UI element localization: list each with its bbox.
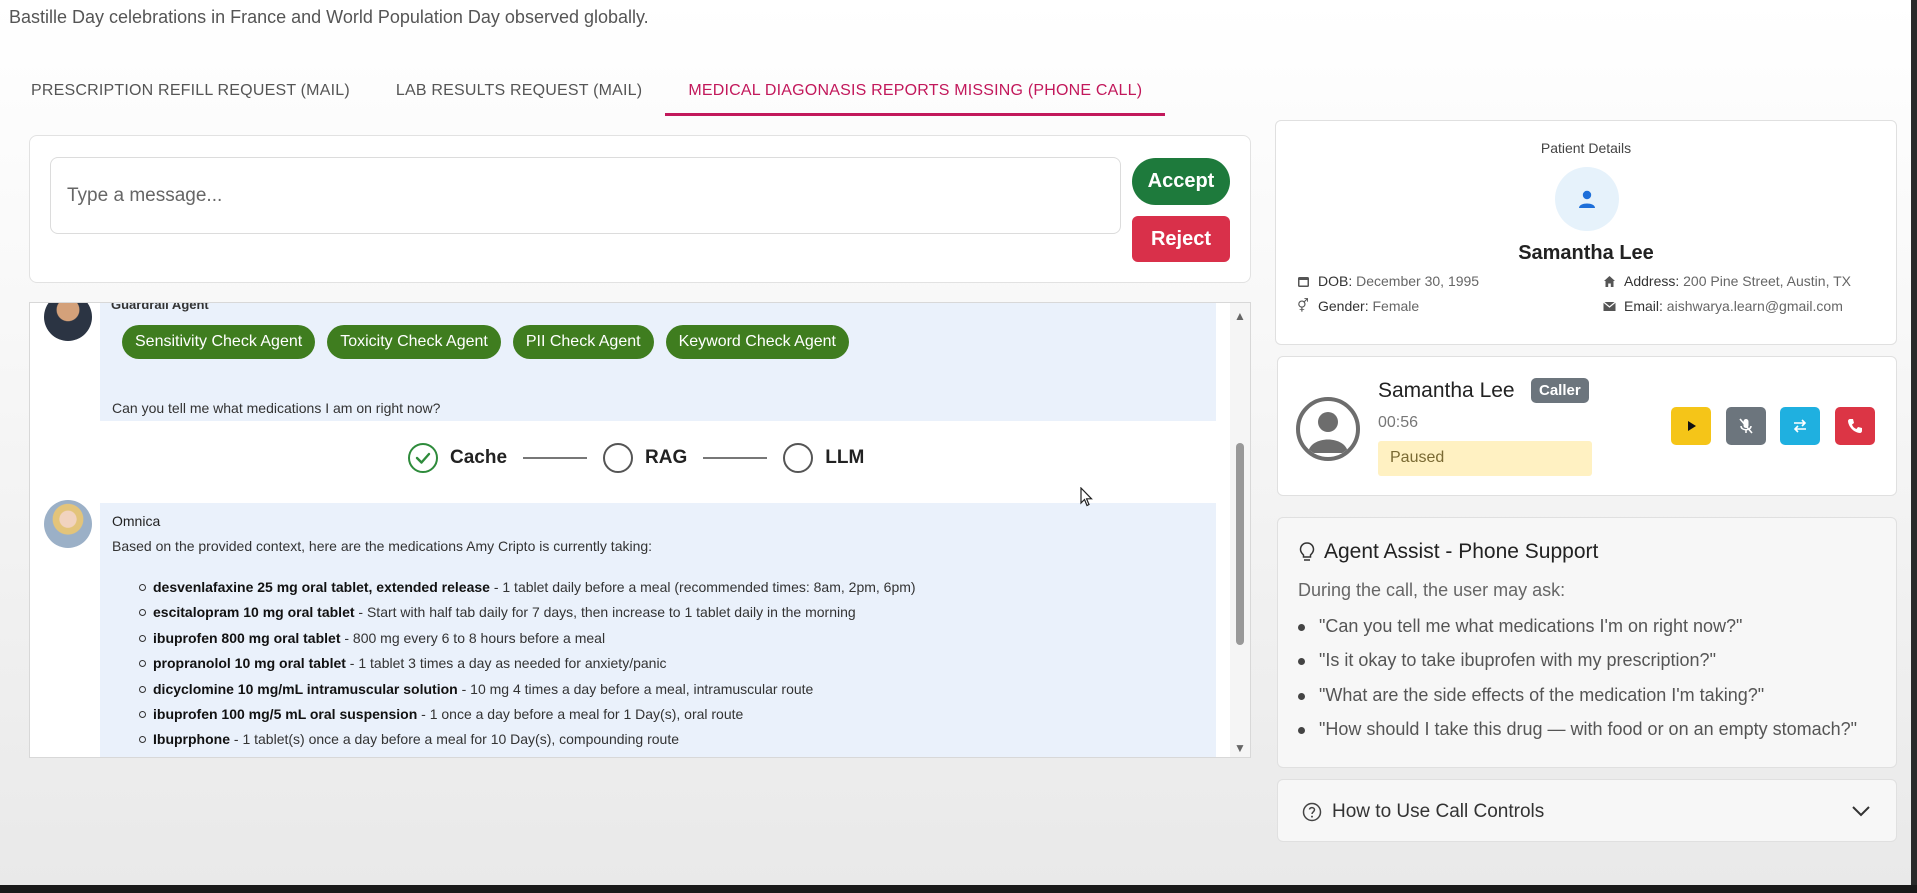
agent-assist-title: Agent Assist - Phone Support <box>1298 540 1598 564</box>
mute-button[interactable] <box>1726 407 1766 445</box>
step-llm: LLM <box>825 447 865 468</box>
medication-list: desvenlafaxine 25 mg oral tablet, extend… <box>112 579 916 757</box>
cache-check-icon <box>408 443 438 473</box>
chat-scrollbar[interactable]: ▲ ▼ <box>1230 303 1250 757</box>
message-input[interactable] <box>50 157 1121 234</box>
patient-name: Samantha Lee <box>1518 242 1654 264</box>
guardrail-message: Guardrail Agent Sensitivity Check Agent … <box>100 303 1216 421</box>
call-status: Paused <box>1378 441 1592 476</box>
scroll-down-icon[interactable]: ▼ <box>1234 741 1246 755</box>
response-intro: Based on the provided context, here are … <box>112 538 653 554</box>
patient-address: Address: 200 Pine Street, Austin, TX <box>1602 273 1851 289</box>
suggested-question: "How should I take this drug — with food… <box>1298 719 1857 753</box>
transfer-button[interactable] <box>1780 407 1820 445</box>
patient-email: Email: aishwarya.learn@gmail.com <box>1602 298 1843 314</box>
medication-item: desvenlafaxine 25 mg oral tablet, extend… <box>112 579 916 604</box>
omnica-message: Omnica Based on the provided context, he… <box>100 503 1216 757</box>
guardrail-sender: Guardrail Agent <box>111 302 209 312</box>
rag-circle-icon <box>603 443 634 473</box>
hangup-button[interactable] <box>1835 407 1875 445</box>
caller-avatar-icon <box>1296 397 1360 461</box>
howto-label: How to Use Call Controls <box>1302 801 1544 823</box>
omnica-sender: Omnica <box>112 513 161 529</box>
news-ticker: Bastille Day celebrations in France and … <box>9 7 649 27</box>
tab-lab-results[interactable]: LAB RESULTS REQUEST (MAIL) <box>373 72 665 116</box>
medication-item: ibuprofen 100 mg/5 mL oral suspension - … <box>112 706 916 731</box>
tab-medical-reports[interactable]: MEDICAL DIAGONASIS REPORTS MISSING (PHON… <box>665 72 1166 116</box>
patient-details-card: Patient Details Samantha Lee DOB: Decemb… <box>1275 120 1897 345</box>
medication-item: propranolol 10 mg oral tablet - 1 tablet… <box>112 655 916 680</box>
app-screen: Bastille Day celebrations in France and … <box>0 0 1917 885</box>
suggested-question: "Can you tell me what medications I'm on… <box>1298 616 1857 650</box>
chat-panel[interactable]: Guardrail Agent Sensitivity Check Agent … <box>29 302 1251 758</box>
step-rag: RAG <box>645 447 688 468</box>
mouse-cursor-icon <box>1080 487 1093 507</box>
scroll-up-icon[interactable]: ▲ <box>1234 309 1246 323</box>
toxicity-agent-pill[interactable]: Toxicity Check Agent <box>327 325 501 359</box>
patient-details-title: Patient Details <box>1540 140 1632 156</box>
agent-assist-card: Agent Assist - Phone Support During the … <box>1277 517 1897 768</box>
agent-assist-subtitle: During the call, the user may ask: <box>1298 580 1566 600</box>
chevron-down-icon[interactable] <box>1850 800 1872 822</box>
accept-button[interactable]: Accept <box>1132 158 1230 205</box>
caller-card: Samantha Lee Caller 00:56 Paused <box>1277 356 1897 496</box>
calendar-icon <box>1296 275 1310 288</box>
omnica-avatar <box>44 500 92 548</box>
pii-agent-pill[interactable]: PII Check Agent <box>512 325 654 359</box>
patient-user-icon <box>1555 167 1619 231</box>
envelope-icon <box>1602 301 1616 312</box>
suggested-question: "Is it okay to take ibuprofen with my pr… <box>1298 650 1857 684</box>
gender-icon: ⚥ <box>1297 298 1309 313</box>
tab-prescription-refill[interactable]: PRESCRIPTION REFILL REQUEST (MAIL) <box>8 72 373 116</box>
question-circle-icon <box>1302 802 1322 822</box>
home-icon <box>1602 275 1616 288</box>
pipeline-connector <box>703 457 768 459</box>
patient-dob: DOB: December 30, 1995 <box>1296 273 1479 289</box>
scroll-thumb[interactable] <box>1236 443 1244 645</box>
case-tabs: PRESCRIPTION REFILL REQUEST (MAIL) LAB R… <box>8 72 1166 116</box>
hangup-icon <box>1848 419 1862 433</box>
play-button[interactable] <box>1671 407 1711 445</box>
caller-name: Samantha Lee <box>1378 379 1515 402</box>
suggested-questions: "Can you tell me what medications I'm on… <box>1298 616 1857 753</box>
step-cache: Cache <box>450 447 508 468</box>
howto-text: How to Use Call Controls <box>1332 801 1545 822</box>
suggested-question: "What are the side effects of the medica… <box>1298 685 1857 719</box>
agent-pills: Sensitivity Check Agent Toxicity Check A… <box>122 325 849 359</box>
mute-icon <box>1739 418 1753 434</box>
medication-item: dicyclomine 10 mg/mL intramuscular solut… <box>112 681 916 706</box>
sensitivity-agent-pill[interactable]: Sensitivity Check Agent <box>122 325 316 359</box>
lightbulb-icon <box>1299 542 1315 561</box>
caller-badge: Caller <box>1531 378 1589 403</box>
play-icon <box>1688 421 1696 431</box>
transfer-icon <box>1793 419 1807 433</box>
patient-gender: ⚥ Gender: Female <box>1297 298 1420 314</box>
keyword-agent-pill[interactable]: Keyword Check Agent <box>665 325 849 359</box>
user-question: Can you tell me what medications I am on… <box>112 400 441 416</box>
medication-item: ibuprofen 800 mg oral tablet - 800 mg ev… <box>112 630 916 655</box>
reject-button[interactable]: Reject <box>1132 216 1230 262</box>
call-timer: 00:56 <box>1378 414 1419 431</box>
guardrail-avatar <box>44 303 92 341</box>
llm-circle-icon <box>783 443 814 473</box>
medication-item: escitalopram 10 mg oral tablet - Start w… <box>112 604 916 629</box>
pipeline-connector <box>523 457 588 459</box>
agent-assist-heading: Agent Assist - Phone Support <box>1324 540 1599 563</box>
retrieval-pipeline: Cache RAG LLM <box>408 443 864 473</box>
medication-item: Ibuprphone - 1 tablet(s) once a day befo… <box>112 731 916 756</box>
message-composer: Accept Reject <box>29 135 1251 283</box>
call-controls-help[interactable]: How to Use Call Controls <box>1277 779 1897 842</box>
